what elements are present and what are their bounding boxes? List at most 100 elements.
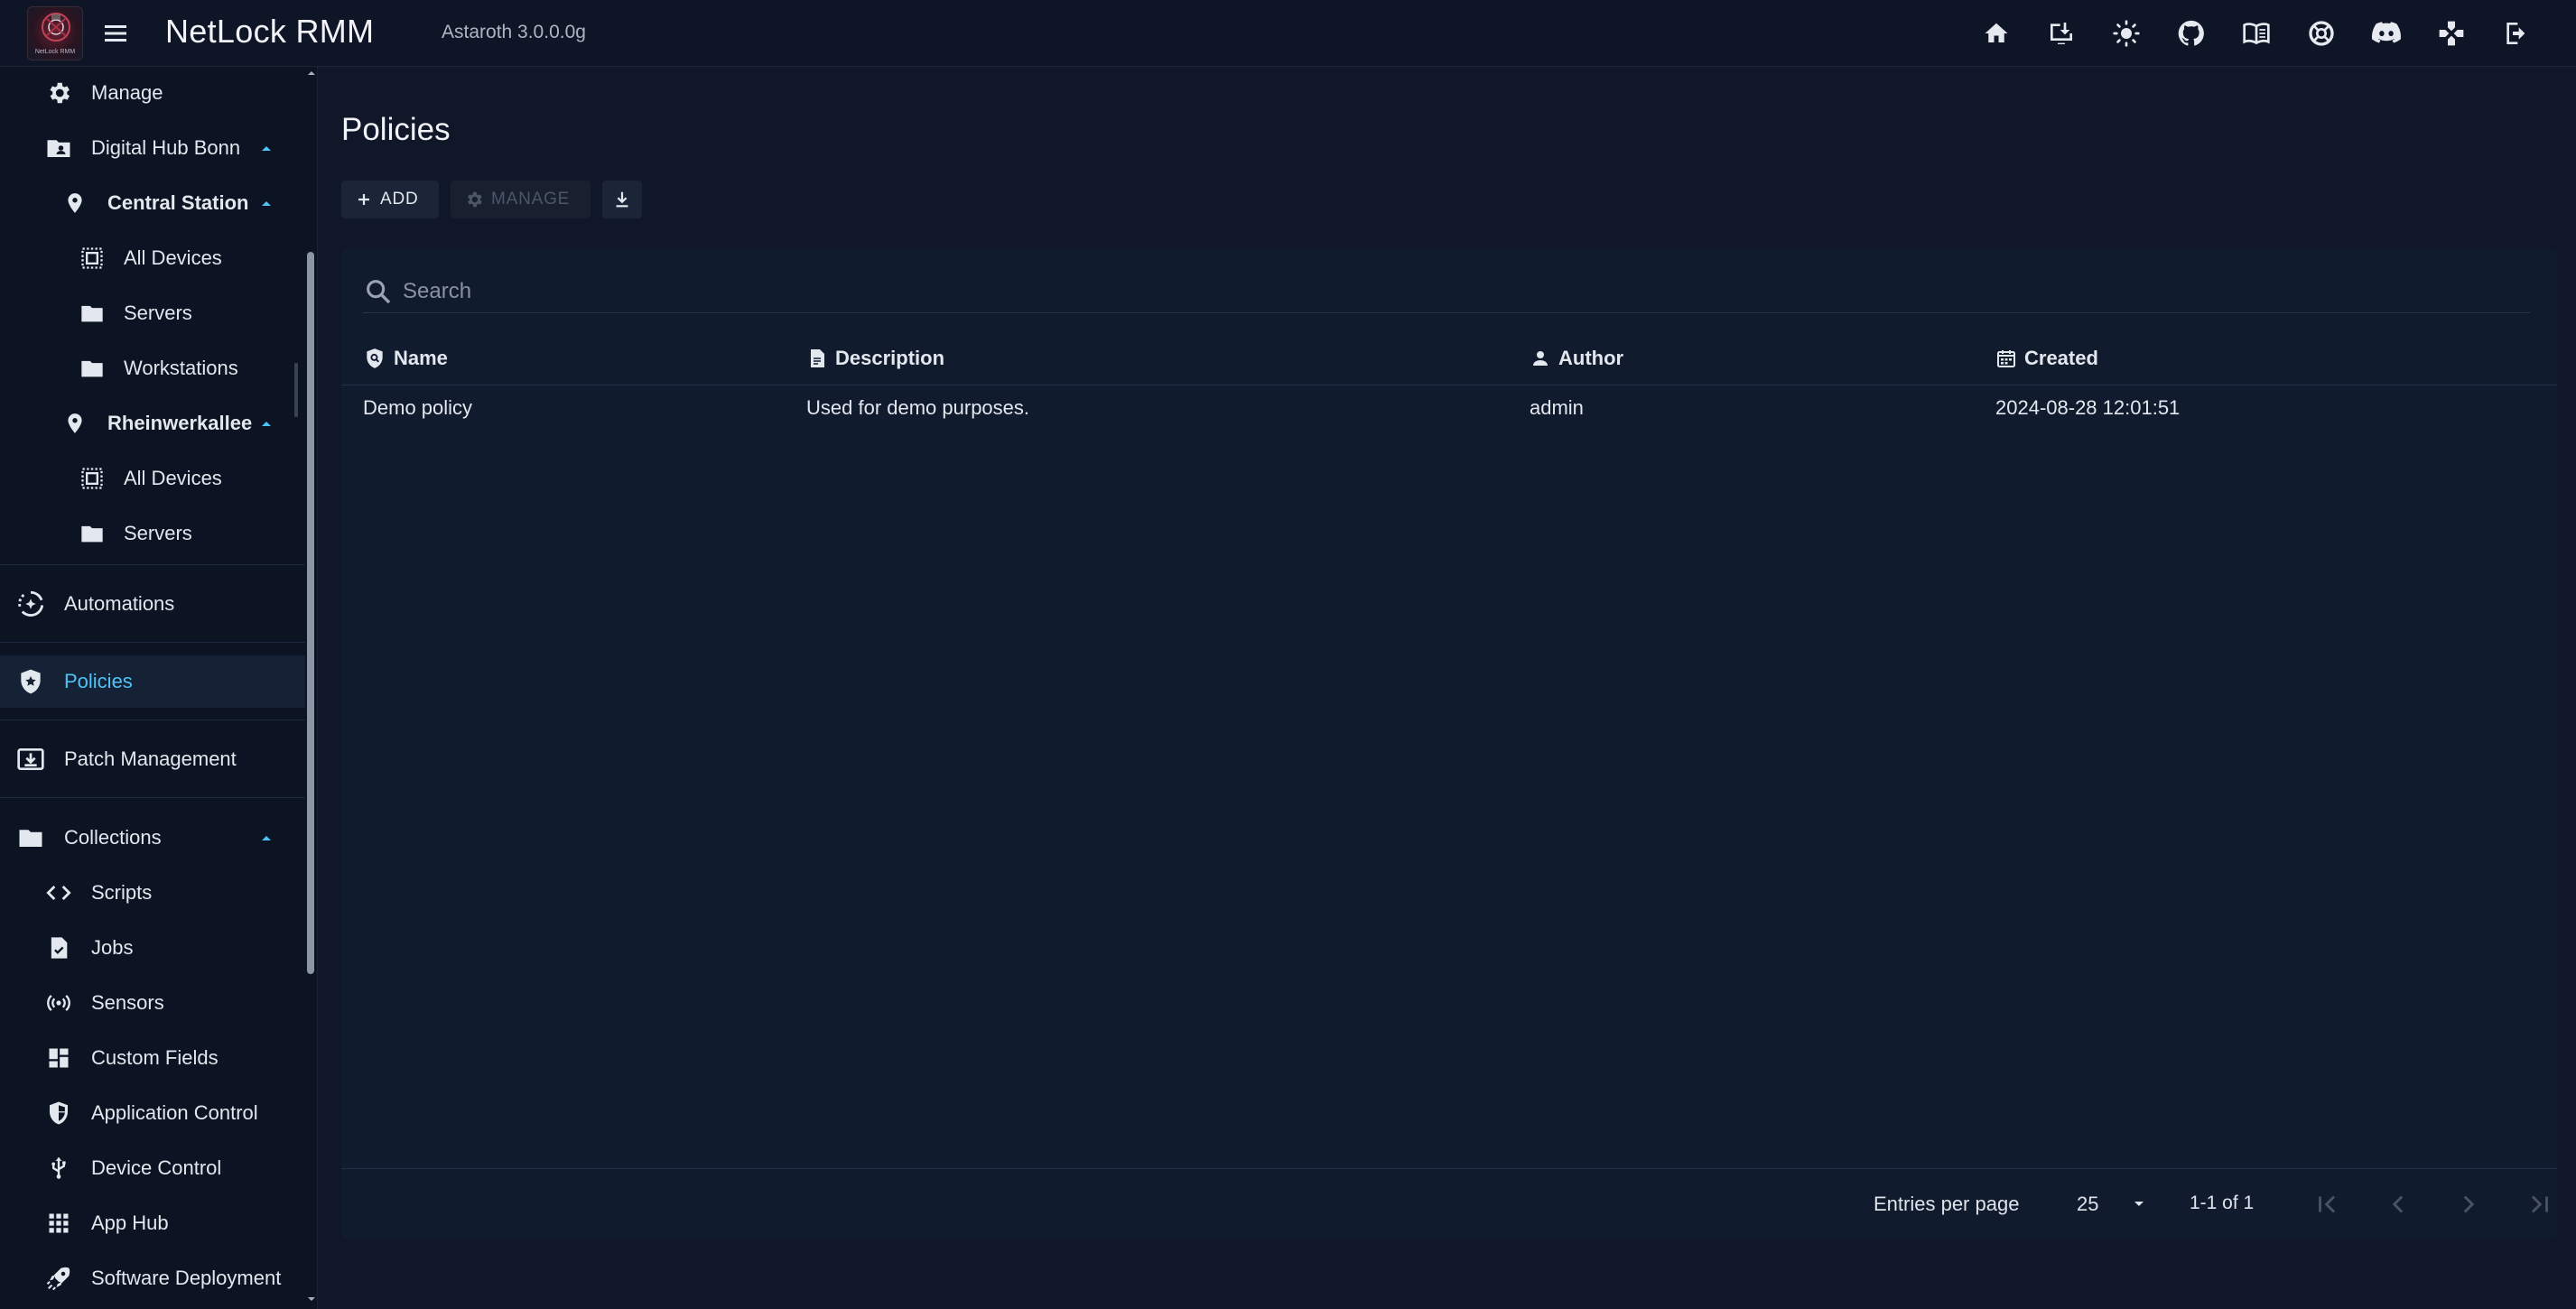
- sidebar-item-servers[interactable]: Servers: [0, 507, 305, 560]
- sidebar-divider: [0, 797, 305, 798]
- folder-icon: [77, 353, 107, 384]
- theme-icon[interactable]: [2108, 15, 2144, 51]
- shield-search-icon: [367, 348, 383, 368]
- sidebar-scroll-indicator: [294, 363, 298, 417]
- sidebar-item-label: Patch Management: [64, 747, 237, 770]
- sidebar-item-label: Software Deployment: [91, 1267, 282, 1289]
- cell-name: Demo policy: [363, 396, 473, 419]
- game-icon[interactable]: [2433, 15, 2469, 51]
- sidebar-item-servers[interactable]: Servers: [0, 287, 305, 339]
- discord-icon[interactable]: [2368, 15, 2404, 51]
- page-title: Policies: [341, 112, 451, 147]
- first-page-icon[interactable]: [2312, 1189, 2343, 1220]
- scroll-up-arrow-icon[interactable]: [305, 69, 318, 78]
- sidebar-item-manage[interactable]: Manage: [0, 67, 305, 119]
- sidebar-item-rheinwerkallee[interactable]: Rheinwerkallee: [0, 397, 305, 450]
- plus-icon: [358, 194, 369, 205]
- sidebar-item-jobs[interactable]: Jobs: [0, 922, 305, 974]
- sidebar-item-label: Central Station: [107, 191, 249, 214]
- sidebar-item-all-devices[interactable]: All Devices: [0, 452, 305, 505]
- gear-icon: [43, 78, 74, 108]
- sidebar-item-label: All Devices: [124, 246, 222, 269]
- logo-emblem-icon: [42, 13, 70, 42]
- column-header-label: Created: [2024, 347, 2098, 369]
- topbar-actions: [1978, 15, 2534, 51]
- entries-per-page-select[interactable]: 25: [2068, 1185, 2158, 1221]
- docs-icon[interactable]: [2238, 15, 2274, 51]
- sidebar-item-app-hub[interactable]: App Hub: [0, 1197, 305, 1249]
- manage-button[interactable]: MANAGE: [451, 181, 591, 218]
- column-header-created[interactable]: Created: [1995, 342, 2098, 375]
- sidebar-item-label: Policies: [64, 670, 133, 692]
- support-icon[interactable]: [2303, 15, 2339, 51]
- sidebar-item-label: Digital Hub Bonn: [91, 136, 241, 159]
- hamburger-icon: [105, 25, 126, 42]
- sidebar-item-software-deployment[interactable]: Software Deployment: [0, 1252, 305, 1304]
- sidebar-item-application-control[interactable]: Application Control: [0, 1087, 305, 1139]
- sidebar-item-workstations[interactable]: Workstations: [0, 342, 305, 395]
- chevron-up-icon: [262, 146, 271, 151]
- sidebar-item-label: Jobs: [91, 936, 134, 959]
- export-button[interactable]: [602, 181, 642, 218]
- job-icon: [43, 933, 74, 963]
- column-header-author[interactable]: Author: [1530, 342, 1623, 375]
- column-header-label: Description: [835, 347, 945, 369]
- sidebar-item-custom-fields[interactable]: Custom Fields: [0, 1032, 305, 1084]
- sidebar-item-label: Collections: [64, 826, 162, 849]
- sidebar-item-label: Servers: [124, 522, 192, 544]
- column-header-label: Author: [1558, 347, 1624, 369]
- sidebar-item-policies[interactable]: Policies: [0, 655, 305, 708]
- calendar-icon: [1997, 350, 2015, 367]
- previous-page-icon[interactable]: [2383, 1189, 2413, 1220]
- folder-account-icon: [43, 133, 74, 163]
- cell-author: admin: [1530, 396, 1584, 419]
- app-version: Astaroth 3.0.0.0g: [442, 22, 586, 42]
- code-icon: [43, 877, 74, 908]
- rocket-icon: [43, 1263, 74, 1294]
- sidebar-scrollbar[interactable]: [307, 252, 314, 974]
- column-header-description[interactable]: Description: [806, 342, 944, 375]
- app-logo[interactable]: NetLock RMM: [27, 6, 83, 60]
- sidebar-item-sensors[interactable]: Sensors: [0, 977, 305, 1029]
- apps-icon: [43, 1208, 74, 1239]
- github-icon[interactable]: [2173, 15, 2209, 51]
- search-input[interactable]: [403, 275, 2479, 308]
- table-row[interactable]: Demo policy Used for demo purposes. admi…: [341, 385, 2557, 431]
- download-icon: [616, 191, 628, 208]
- chevron-down-icon: [2134, 1202, 2144, 1206]
- sensor-icon: [43, 988, 74, 1018]
- cell-created: 2024-08-28 12:01:51: [1995, 396, 2181, 419]
- download-icon[interactable]: [2043, 15, 2079, 51]
- sidebar-item-all-devices[interactable]: All Devices: [0, 232, 305, 284]
- sidebar-item-digital-hub-bonn[interactable]: Digital Hub Bonn: [0, 122, 305, 174]
- sidebar-item-label: Servers: [124, 302, 192, 324]
- chevron-up-icon: [262, 836, 271, 840]
- add-button[interactable]: ADD: [341, 181, 439, 218]
- sidebar-item-label: Application Control: [91, 1101, 258, 1124]
- pagination-range: 1-1 of 1: [2190, 1193, 2255, 1213]
- user-icon: [1533, 351, 1548, 366]
- sidebar-item-device-control[interactable]: Device Control: [0, 1142, 305, 1194]
- logout-icon[interactable]: [2498, 15, 2534, 51]
- sidebar-item-label: Workstations: [124, 357, 238, 379]
- last-page-icon[interactable]: [2524, 1189, 2554, 1220]
- location-icon: [60, 188, 90, 218]
- sidebar-item-label: Scripts: [91, 881, 153, 904]
- menu-toggle-button[interactable]: [99, 19, 132, 48]
- sidebar-item-label: Device Control: [91, 1156, 222, 1179]
- add-button-label: ADD: [380, 190, 419, 209]
- scroll-down-arrow-icon[interactable]: [305, 1295, 318, 1304]
- home-icon[interactable]: [1978, 15, 2014, 51]
- top-app-bar: NetLock RMM NetLock RMM Astaroth 3.0.0.0…: [0, 0, 2576, 67]
- sidebar-item-scripts[interactable]: Scripts: [0, 867, 305, 919]
- sidebar-item-patch-management[interactable]: Patch Management: [0, 733, 305, 785]
- search-bar: [363, 270, 2530, 313]
- sidebar-item-collections[interactable]: Collections: [0, 812, 305, 864]
- sidebar-divider: [0, 642, 305, 643]
- folder-icon: [77, 518, 107, 549]
- column-header-name[interactable]: Name: [363, 342, 448, 375]
- next-page-icon[interactable]: [2453, 1189, 2484, 1220]
- sidebar-navigation: Manage Digital Hub Bonn Central Station …: [0, 67, 318, 1309]
- sidebar-item-automations[interactable]: Automations: [0, 578, 305, 630]
- sidebar-item-central-station[interactable]: Central Station: [0, 177, 305, 229]
